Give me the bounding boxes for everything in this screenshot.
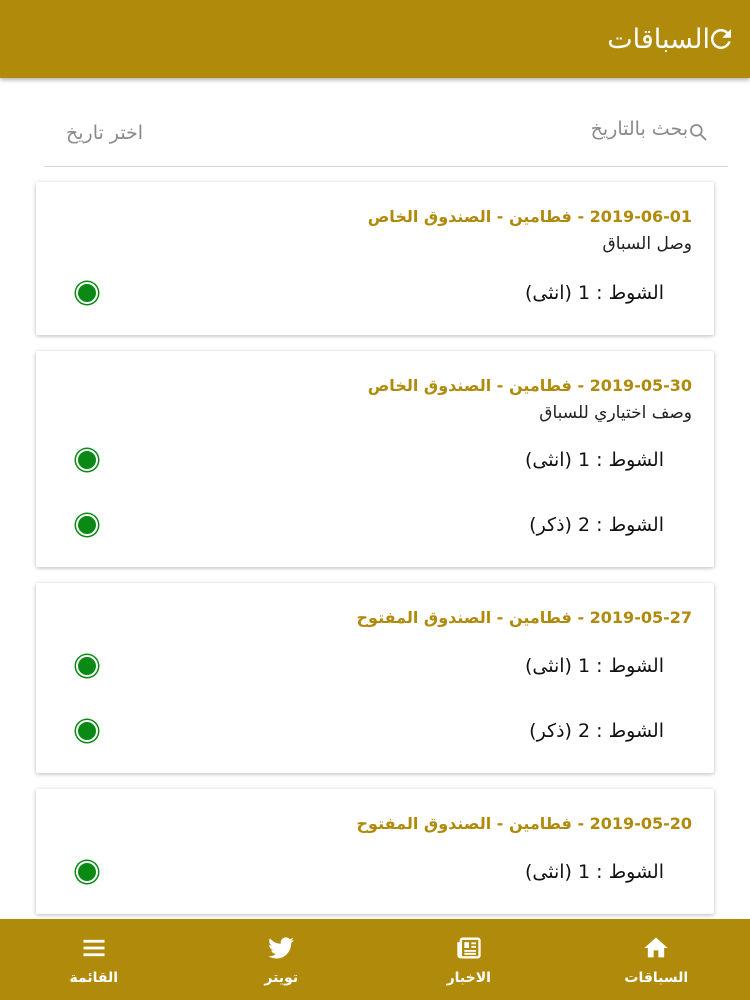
newspaper-icon	[457, 937, 481, 958]
heat-label: الشوط : 2 (ذكر)	[529, 719, 664, 742]
nav-item-twitter[interactable]: تويتر	[188, 919, 376, 1000]
race-list: 2019-06-01 - فطامين - الصندوق الخاص وصل …	[36, 182, 714, 930]
heat-row[interactable]: الشوط : 2 (ذكر)	[76, 698, 692, 763]
refresh-icon[interactable]	[706, 24, 736, 54]
race-title: 2019-05-30 - فطامين - الصندوق الخاص	[367, 376, 692, 395]
race-description: وصل السباق	[602, 234, 693, 254]
heat-label: الشوط : 1 (انثى)	[525, 281, 664, 304]
status-dot-icon	[76, 654, 98, 677]
heat-label: الشوط : 1 (انثى)	[525, 860, 664, 883]
twitter-icon	[268, 936, 295, 958]
heat-label: الشوط : 1 (انثى)	[525, 448, 664, 471]
status-dot-icon	[76, 719, 98, 742]
search-icon	[690, 124, 707, 141]
date-picker[interactable]: اختر تاريخ	[66, 122, 143, 144]
nav-label: الاخبار	[446, 969, 491, 986]
status-dot-icon	[76, 513, 98, 536]
race-card[interactable]: 2019-06-01 - فطامين - الصندوق الخاص وصل …	[36, 182, 714, 335]
heat-label: الشوط : 2 (ذكر)	[529, 513, 664, 536]
status-dot-icon	[76, 448, 98, 471]
nav-label: السباقات	[624, 969, 689, 986]
heat-row[interactable]: الشوط : 1 (انثى)	[76, 427, 692, 492]
search-input[interactable]	[388, 118, 688, 140]
nav-label: تويتر	[264, 969, 299, 986]
nav-item-races[interactable]: السباقات	[563, 919, 750, 1000]
nav-label: القائمة	[69, 969, 119, 986]
bottom-nav: السباقات الاخبار تويتر القائمة	[0, 919, 750, 1000]
nav-item-menu[interactable]: القائمة	[0, 919, 188, 1000]
status-dot-icon	[76, 281, 98, 304]
heat-row[interactable]: الشوط : 1 (انثى)	[76, 633, 692, 698]
app-bar: السباقات	[0, 0, 750, 78]
heat-row[interactable]: الشوط : 1 (انثى)	[76, 839, 692, 904]
heat-row[interactable]: الشوط : 1 (انثى)	[76, 260, 692, 325]
race-card[interactable]: 2019-05-20 - فطامين - الصندوق المفتوح ال…	[36, 789, 714, 914]
race-card[interactable]: 2019-05-30 - فطامين - الصندوق الخاص وصف …	[36, 351, 714, 567]
race-card[interactable]: 2019-05-27 - فطامين - الصندوق المفتوح ال…	[36, 583, 714, 773]
home-icon	[644, 937, 668, 957]
race-title: 2019-05-27 - فطامين - الصندوق المفتوح	[356, 608, 693, 627]
heat-row[interactable]: الشوط : 2 (ذكر)	[76, 492, 692, 557]
menu-icon	[83, 939, 105, 956]
search-bar: اختر تاريخ	[44, 112, 728, 167]
status-dot-icon	[76, 860, 98, 883]
heat-label: الشوط : 1 (انثى)	[525, 654, 664, 677]
race-description: وصف اختياري للسباق	[539, 403, 692, 423]
race-title: 2019-06-01 - فطامين - الصندوق الخاص	[367, 207, 692, 226]
race-title: 2019-05-20 - فطامين - الصندوق المفتوح	[356, 814, 693, 833]
page-title: السباقات	[607, 23, 710, 55]
nav-item-news[interactable]: الاخبار	[375, 919, 563, 1000]
